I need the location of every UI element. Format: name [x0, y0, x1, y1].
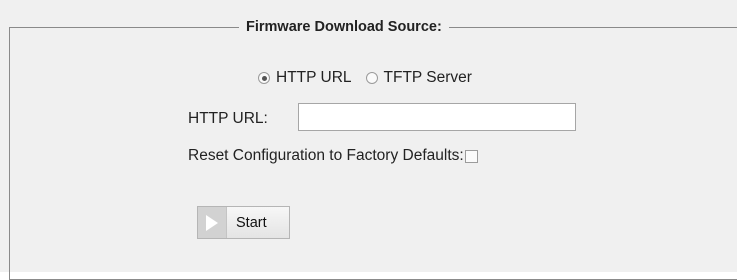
firmware-panel: Firmware Download Source: HTTP URL TFTP …: [0, 0, 737, 280]
radio-http-url[interactable]: [258, 72, 270, 84]
start-button-label: Start: [236, 214, 267, 231]
play-icon-box: [198, 207, 227, 238]
radio-http-url-label[interactable]: HTTP URL: [276, 69, 352, 87]
http-url-label: HTTP URL:: [188, 110, 268, 127]
reset-row: Reset Configuration to Factory Defaults:: [188, 147, 478, 165]
source-radio-group: HTTP URL TFTP Server: [258, 68, 486, 88]
section-legend: Firmware Download Source:: [246, 19, 442, 35]
radio-tftp-server-label[interactable]: TFTP Server: [384, 69, 472, 87]
reset-factory-defaults-label: Reset Configuration to Factory Defaults:: [188, 147, 464, 164]
play-icon: [206, 214, 218, 231]
start-button[interactable]: Start: [197, 206, 290, 239]
http-url-input[interactable]: [298, 103, 576, 131]
reset-factory-defaults-checkbox[interactable]: [464, 149, 478, 163]
radio-tftp-server[interactable]: [365, 72, 378, 84]
